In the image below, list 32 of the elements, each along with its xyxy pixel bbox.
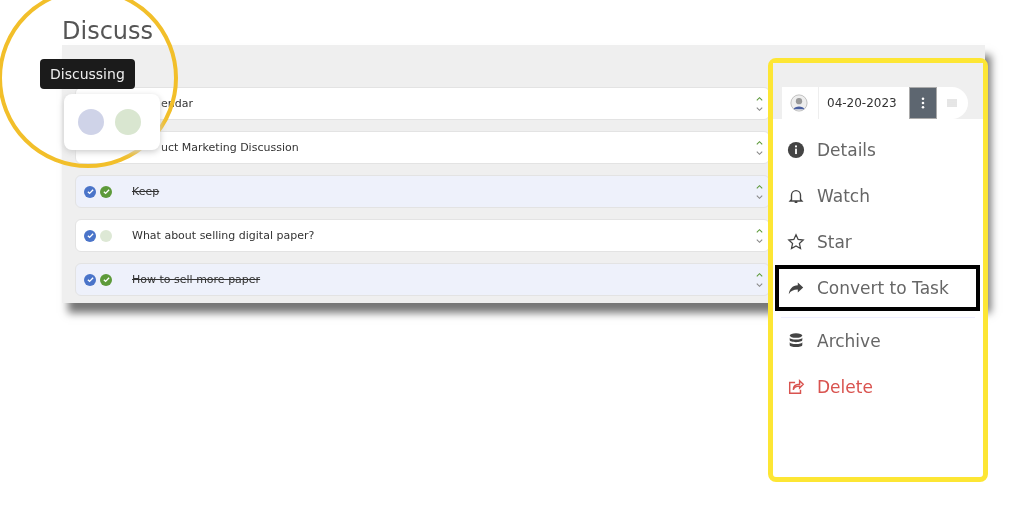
more-icon — [920, 97, 925, 109]
avatar-icon — [790, 94, 808, 112]
row-title: How to sell more paper — [132, 273, 262, 286]
row-title: What about selling digital paper? — [132, 229, 316, 242]
page-title: Discuss — [62, 18, 155, 45]
discussion-row[interactable]: What about selling digital paper? — [75, 219, 770, 252]
status-check-icon[interactable] — [84, 229, 96, 242]
status-dot[interactable] — [115, 109, 141, 135]
share-box-icon — [787, 378, 805, 396]
row-title: uct Marketing Discussion — [161, 141, 300, 154]
menu-item[interactable]: Details — [773, 127, 983, 173]
row-title: Keep — [132, 185, 161, 198]
star-icon — [787, 233, 805, 251]
status-check-icon[interactable] — [84, 273, 96, 286]
tooltip: Discussing — [40, 59, 135, 89]
discussion-row[interactable]: Keep — [75, 175, 770, 208]
menu-item[interactable]: Convert to Task — [775, 265, 980, 311]
status-check-icon[interactable] — [100, 273, 112, 286]
status-check-icon[interactable] — [84, 185, 96, 198]
menu-item[interactable]: Archive — [773, 318, 983, 364]
database-icon — [787, 332, 805, 350]
discussion-row[interactable]: How to sell more paper — [75, 263, 770, 296]
info-icon — [787, 141, 805, 159]
bell-icon — [787, 187, 805, 205]
more-button[interactable] — [908, 87, 937, 119]
menu-item[interactable]: Delete — [773, 364, 983, 410]
status-check-icon[interactable] — [100, 185, 112, 198]
status-dot[interactable] — [78, 109, 104, 135]
discussion-row[interactable]: uct Marketing Discussion — [75, 131, 770, 164]
menu-item[interactable]: Star — [773, 219, 983, 265]
status-check-icon[interactable] — [100, 229, 112, 242]
menu-item[interactable]: Watch — [773, 173, 983, 219]
